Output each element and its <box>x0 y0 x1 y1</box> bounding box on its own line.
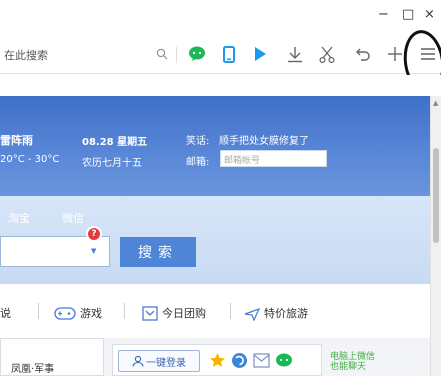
weather-banner: 雷阵雨 20°C - 30°C 08.28 星期五 农历七月十五 笑话: 顺手把… <box>0 96 430 196</box>
nav-divider <box>38 303 39 319</box>
one-click-login-button[interactable]: 一键登录 <box>118 350 200 372</box>
date-label: 08.28 星期五 <box>82 137 148 148</box>
tab-taobao[interactable]: 淘宝 <box>8 210 30 226</box>
wechat-small-icon[interactable] <box>275 352 293 369</box>
download-icon[interactable] <box>284 42 306 66</box>
mail-label: 邮箱: <box>186 157 210 168</box>
scroll-up-icon[interactable]: ▲ <box>433 99 438 107</box>
nav-divider <box>230 303 231 319</box>
login-label: 一键登录 <box>146 357 186 369</box>
nav-divider <box>124 303 125 319</box>
chevron-down-icon[interactable]: ▼ <box>91 247 96 255</box>
wechat-tip[interactable]: 电脑上微信 也能聊天 <box>330 352 375 372</box>
search-icon[interactable] <box>153 42 171 66</box>
undo-icon[interactable] <box>352 42 374 66</box>
plane-icon <box>244 307 260 321</box>
email-field[interactable]: 邮箱帐号 <box>220 150 327 167</box>
wechat-tip-line2: 也能聊天 <box>330 362 367 372</box>
scrollbar[interactable]: ▲ <box>430 96 441 376</box>
scroll-thumb[interactable] <box>433 148 439 243</box>
play-icon[interactable] <box>250 42 270 66</box>
nav-item-novel[interactable]: 说 <box>0 305 11 321</box>
nav-item-groupbuy[interactable]: 今日团购 <box>142 305 206 321</box>
nav-item-label: 今日团购 <box>162 307 206 320</box>
news-box: 凤凰·军事 <box>0 338 104 376</box>
weather-condition: 雷阵雨 <box>0 134 33 147</box>
phone-icon[interactable] <box>219 42 239 66</box>
nav-item-games[interactable]: 游戏 <box>54 305 102 321</box>
nav-row: 说 游戏 今日团购 特价旅游 <box>0 284 430 338</box>
wechat-tip-line1: 电脑上微信 <box>330 352 376 362</box>
nav-item-label: 特价旅游 <box>264 307 308 320</box>
page-top-strip <box>0 75 441 96</box>
notification-badge: ? <box>86 226 102 242</box>
weibo-icon[interactable] <box>231 352 248 369</box>
news-link-military[interactable]: 凤凰·军事 <box>11 360 54 375</box>
badge-text: ? <box>91 229 97 239</box>
tab-weixin[interactable]: 微信 <box>62 210 84 226</box>
minimize-button[interactable]: − <box>378 8 389 22</box>
bottom-area: 凤凰·军事 一键登录 电脑上微信 也能聊天 <box>0 338 441 376</box>
temperature-range: 20°C - 30°C <box>0 154 60 165</box>
screenshot-icon[interactable] <box>316 42 338 66</box>
star-icon[interactable] <box>209 352 226 369</box>
login-box: 一键登录 <box>112 344 322 376</box>
new-tab-icon[interactable] <box>385 42 405 66</box>
search-button[interactable]: 搜索 <box>120 237 196 267</box>
search-panel: 淘宝 微信 ▼ ? 搜索 <box>0 196 430 284</box>
nav-item-travel[interactable]: 特价旅游 <box>244 305 308 321</box>
wechat-icon[interactable] <box>186 42 208 66</box>
cart-icon <box>142 305 158 321</box>
title-bar: − □ × <box>0 0 441 36</box>
browser-toolbar: 在此搜索 <box>0 36 441 74</box>
joke-label: 笑话: <box>186 136 210 147</box>
joke-link[interactable]: 顺手把处女膜修复了 <box>219 132 309 147</box>
nav-item-label: 游戏 <box>80 307 102 320</box>
mail-icon[interactable] <box>253 353 270 368</box>
gamepad-icon <box>54 306 76 320</box>
nav-item-label: 说 <box>0 307 11 320</box>
maximize-button[interactable]: □ <box>402 8 414 22</box>
toolbar-divider <box>176 47 177 63</box>
user-icon <box>132 355 144 367</box>
lunar-date: 农历七月十五 <box>82 158 142 169</box>
close-button[interactable]: × <box>424 8 435 22</box>
search-placeholder: 在此搜索 <box>4 49 48 62</box>
